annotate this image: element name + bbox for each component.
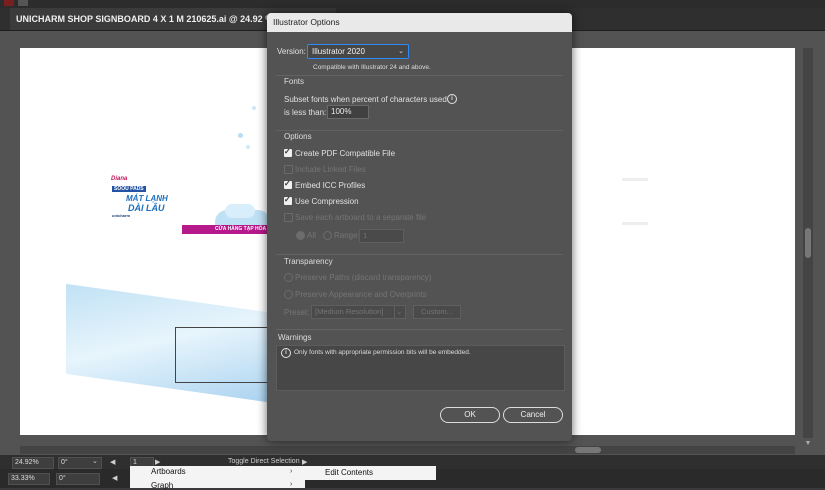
save-artboards-label: Save each artboard to a separate file bbox=[295, 213, 427, 222]
info-icon[interactable]: i bbox=[447, 94, 457, 104]
sparkle-dot bbox=[238, 133, 243, 138]
include-linked-label: Include Linked Files bbox=[295, 165, 366, 174]
vertical-scrollbar[interactable] bbox=[803, 48, 813, 438]
menu-icon[interactable] bbox=[18, 0, 28, 6]
brand-logo-text: Diana bbox=[111, 176, 128, 182]
version-value: Illustrator 2020 bbox=[312, 47, 365, 56]
ok-button[interactable]: OK bbox=[440, 407, 500, 423]
sparkle-dot bbox=[252, 106, 256, 110]
subset-label: Subset fonts when percent of characters … bbox=[284, 95, 447, 104]
create-pdf-label: Create PDF Compatible File bbox=[295, 149, 396, 158]
radio-preserve-paths[interactable] bbox=[284, 273, 293, 282]
scroll-down-arrow-icon[interactable]: ▼ bbox=[803, 440, 813, 448]
subset-label-2: is less than: bbox=[284, 108, 327, 117]
embed-icc-label: Embed ICC Profiles bbox=[295, 181, 366, 190]
divider bbox=[276, 130, 563, 131]
prev-artboard-icon-2[interactable]: ◀ bbox=[112, 474, 117, 482]
app-top-strip bbox=[0, 0, 825, 8]
brand-mini-logo: unicharm bbox=[112, 213, 131, 218]
preset-chevron-down-icon[interactable]: ⌄ bbox=[394, 305, 406, 319]
status-arrow-icon[interactable]: ▶ bbox=[302, 458, 307, 466]
preserve-appearance-label: Preserve Appearance and Overprints bbox=[295, 290, 427, 299]
submenu-item-edit-contents[interactable]: Edit Contents bbox=[325, 466, 373, 480]
context-menu-item-artboards[interactable]: Artboards bbox=[151, 467, 186, 476]
warning-text: Only fonts with appropriate permission b… bbox=[294, 349, 471, 356]
compat-note: Compatible with Illustrator 24 and above… bbox=[313, 64, 431, 71]
include-linked-checkbox[interactable] bbox=[284, 165, 293, 174]
headline-line-2: DÀI LÂU bbox=[128, 203, 165, 213]
subset-percent-input[interactable]: 100% bbox=[327, 105, 369, 119]
scroll-thumb[interactable] bbox=[805, 228, 811, 258]
divider bbox=[276, 254, 563, 255]
context-menu-item-graph[interactable]: Graph bbox=[151, 481, 173, 490]
warnings-section-title: Warnings bbox=[278, 333, 312, 342]
radio-range-label: Range: bbox=[334, 231, 360, 240]
create-pdf-checkbox[interactable] bbox=[284, 147, 292, 157]
warning-info-icon: i bbox=[281, 348, 291, 358]
cloud-artwork-2 bbox=[225, 204, 255, 218]
radio-range[interactable] bbox=[323, 231, 332, 240]
zoom-field[interactable]: 24.92% bbox=[12, 457, 54, 469]
preset-label: Preset: bbox=[284, 308, 310, 317]
faint-artwork-mark bbox=[622, 222, 648, 225]
embed-icc-checkbox[interactable] bbox=[284, 179, 292, 189]
submenu-arrow-icon: › bbox=[290, 468, 293, 475]
radio-preserve-appearance[interactable] bbox=[284, 290, 293, 299]
tool-status-text: Toggle Direct Selection bbox=[228, 458, 300, 465]
fonts-section-title: Fonts bbox=[284, 77, 305, 86]
rotation-chevron-down-icon[interactable]: ⌄ bbox=[92, 457, 98, 465]
radio-all[interactable] bbox=[296, 231, 305, 240]
cancel-button[interactable]: Cancel bbox=[503, 407, 563, 423]
zoom-field-2[interactable]: 33.33% bbox=[8, 473, 50, 485]
version-label: Version: bbox=[277, 47, 306, 56]
faint-artwork-mark bbox=[622, 178, 648, 181]
next-artboard-icon[interactable]: ▶ bbox=[155, 458, 160, 466]
horizontal-scrollbar[interactable] bbox=[20, 446, 795, 454]
chevron-down-icon: ⌄ bbox=[398, 48, 404, 55]
dialog-title: Illustrator Options bbox=[273, 17, 340, 27]
scroll-thumb[interactable] bbox=[575, 447, 601, 453]
sparkle-dot bbox=[246, 145, 250, 149]
context-menu: Artboards › Graph › bbox=[130, 466, 305, 490]
use-compression-checkbox[interactable] bbox=[284, 195, 292, 205]
range-input[interactable]: 1 bbox=[359, 229, 404, 243]
custom-button[interactable]: Custom... bbox=[413, 305, 461, 319]
prev-artboard-icon[interactable]: ◀ bbox=[110, 458, 115, 466]
transparency-section-title: Transparency bbox=[284, 257, 333, 266]
preset-dropdown[interactable]: [Medium Resolution] bbox=[311, 305, 396, 319]
rotation-field-2[interactable]: 0° bbox=[56, 473, 100, 485]
app-icon bbox=[4, 0, 14, 6]
brand-tag: SOOU PADS bbox=[112, 186, 146, 192]
options-section-title: Options bbox=[284, 132, 312, 141]
banner-text: CỬA HÀNG TẠP HÓA T bbox=[215, 226, 271, 232]
use-compression-label: Use Compression bbox=[295, 197, 359, 206]
preserve-paths-label: Preserve Paths (discard transparency) bbox=[295, 273, 432, 282]
save-artboards-checkbox[interactable] bbox=[284, 213, 293, 222]
divider bbox=[276, 75, 563, 76]
illustrator-options-dialog: Illustrator Options Version: Illustrator… bbox=[267, 13, 572, 441]
radio-all-label: All bbox=[307, 231, 316, 240]
divider bbox=[276, 329, 563, 330]
dialog-titlebar[interactable]: Illustrator Options bbox=[267, 13, 572, 32]
headline-line-1: MÁT LẠNH bbox=[126, 194, 168, 203]
version-dropdown[interactable]: Illustrator 2020 ⌄ bbox=[307, 44, 409, 59]
submenu: Edit Contents bbox=[305, 466, 436, 480]
submenu-arrow-icon: › bbox=[290, 481, 293, 488]
selection-rectangle[interactable] bbox=[175, 327, 269, 383]
